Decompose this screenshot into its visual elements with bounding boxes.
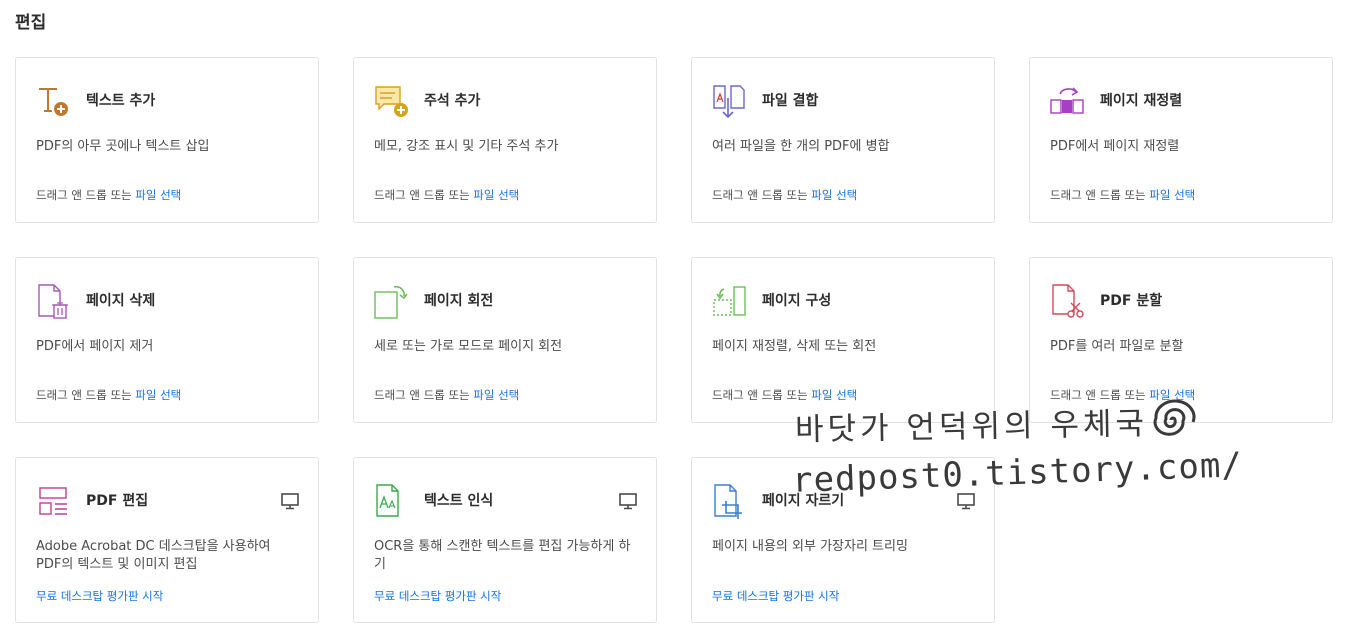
card-crop-pages[interactable]: 페이지 자르기 페이지 내용의 외부 가장자리 트리밍 무료 데스크탑 평가판 … <box>691 457 995 623</box>
action-prefix: 드래그 앤 드롭 또는 <box>712 188 812 202</box>
card-description: Adobe Acrobat DC 데스크탑을 사용하여 PDF의 텍스트 및 이… <box>36 539 271 572</box>
card-action: 드래그 앤 드롭 또는 파일 선택 <box>1050 387 1195 403</box>
card-description: 페이지 내용의 외부 가장자리 트리밍 <box>712 539 908 554</box>
card-title: PDF 분할 <box>1100 293 1163 309</box>
card-title: 페이지 구성 <box>762 293 832 309</box>
combine-files-icon <box>713 85 745 119</box>
action-prefix: 드래그 앤 드롭 또는 <box>1050 188 1150 202</box>
card-action: 드래그 앤 드롭 또는 파일 선택 <box>712 387 857 403</box>
card-title: 페이지 재정렬 <box>1100 93 1183 109</box>
card-action: 무료 데스크탑 평가판 시작 <box>712 588 839 604</box>
page-rotate-icon <box>374 285 408 319</box>
card-description: PDF에서 페이지 재정렬 <box>1050 139 1180 154</box>
action-prefix: 드래그 앤 드롭 또는 <box>374 388 474 402</box>
action-prefix: 드래그 앤 드롭 또는 <box>36 188 136 202</box>
select-file-link[interactable]: 파일 선택 <box>1149 388 1195 402</box>
card-action: 드래그 앤 드롭 또는 파일 선택 <box>712 187 857 203</box>
select-file-link[interactable]: 파일 선택 <box>135 188 181 202</box>
page-trash-icon <box>38 284 68 319</box>
card-add-comment[interactable]: 주석 추가 메모, 강조 표시 및 기타 주석 추가 드래그 앤 드롭 또는 파… <box>353 57 657 223</box>
ocr-text-icon <box>376 484 399 517</box>
card-action: 드래그 앤 드롭 또는 파일 선택 <box>374 187 519 203</box>
select-file-link[interactable]: 파일 선택 <box>473 188 519 202</box>
card-description: OCR을 통해 스캔한 텍스트를 편집 가능하게 하기 <box>374 539 631 572</box>
start-trial-link[interactable]: 무료 데스크탑 평가판 시작 <box>712 589 839 603</box>
card-title: 주석 추가 <box>424 93 481 109</box>
card-description: 페이지 재정렬, 삭제 또는 회전 <box>712 339 877 354</box>
start-trial-link[interactable]: 무료 데스크탑 평가판 시작 <box>374 589 501 603</box>
card-title: 텍스트 인식 <box>424 493 494 509</box>
action-prefix: 드래그 앤 드롭 또는 <box>712 388 812 402</box>
card-title: PDF 편집 <box>86 493 149 509</box>
card-recognize-text[interactable]: 텍스트 인식 OCR을 통해 스캔한 텍스트를 편집 가능하게 하기 무료 데스… <box>353 457 657 623</box>
action-prefix: 드래그 앤 드롭 또는 <box>374 188 474 202</box>
card-reorder-pages[interactable]: 페이지 재정렬 PDF에서 페이지 재정렬 드래그 앤 드롭 또는 파일 선택 <box>1029 57 1333 223</box>
card-description: PDF의 아무 곳에나 텍스트 삽입 <box>36 139 210 154</box>
monitor-icon <box>281 493 299 510</box>
reorder-pages-icon <box>1050 87 1084 114</box>
monitor-icon <box>957 493 975 510</box>
card-action: 무료 데스크탑 평가판 시작 <box>36 588 163 604</box>
select-file-link[interactable]: 파일 선택 <box>1149 188 1195 202</box>
card-action: 드래그 앤 드롭 또는 파일 선택 <box>36 387 181 403</box>
card-title: 파일 결합 <box>762 93 819 109</box>
select-file-link[interactable]: 파일 선택 <box>811 188 857 202</box>
section-title: 편집 <box>15 13 47 33</box>
page-scissors-icon <box>1052 284 1084 318</box>
action-prefix: 드래그 앤 드롭 또는 <box>1050 388 1150 402</box>
organize-pages-icon <box>713 286 746 316</box>
text-plus-icon <box>39 88 68 116</box>
card-title: 페이지 회전 <box>424 293 494 309</box>
card-action: 드래그 앤 드롭 또는 파일 선택 <box>36 187 181 203</box>
card-description: 여러 파일을 한 개의 PDF에 병합 <box>712 139 890 154</box>
monitor-icon <box>619 493 637 510</box>
card-description: 세로 또는 가로 모드로 페이지 회전 <box>374 339 563 354</box>
edit-layout-icon <box>39 487 67 515</box>
card-action: 드래그 앤 드롭 또는 파일 선택 <box>1050 187 1195 203</box>
comment-plus-icon <box>375 86 408 117</box>
action-prefix: 드래그 앤 드롭 또는 <box>36 388 136 402</box>
card-edit-pdf[interactable]: PDF 편집 Adobe Acrobat DC 데스크탑을 사용하여 PDF의 … <box>15 457 319 623</box>
card-delete-pages[interactable]: 페이지 삭제 PDF에서 페이지 제거 드래그 앤 드롭 또는 파일 선택 <box>15 257 319 423</box>
card-combine-files[interactable]: 파일 결합 여러 파일을 한 개의 PDF에 병합 드래그 앤 드롭 또는 파일… <box>691 57 995 223</box>
card-action: 드래그 앤 드롭 또는 파일 선택 <box>374 387 519 403</box>
card-title: 페이지 자르기 <box>762 493 845 509</box>
crop-page-icon <box>714 484 742 519</box>
card-title: 텍스트 추가 <box>86 93 156 109</box>
start-trial-link[interactable]: 무료 데스크탑 평가판 시작 <box>36 589 163 603</box>
card-split-pdf[interactable]: PDF 분할 PDF를 여러 파일로 분할 드래그 앤 드롭 또는 파일 선택 <box>1029 257 1333 423</box>
select-file-link[interactable]: 파일 선택 <box>811 388 857 402</box>
card-description: PDF를 여러 파일로 분할 <box>1050 339 1184 354</box>
card-organize-pages[interactable]: 페이지 구성 페이지 재정렬, 삭제 또는 회전 드래그 앤 드롭 또는 파일 … <box>691 257 995 423</box>
select-file-link[interactable]: 파일 선택 <box>135 388 181 402</box>
card-description: 메모, 강조 표시 및 기타 주석 추가 <box>374 139 559 154</box>
card-rotate-pages[interactable]: 페이지 회전 세로 또는 가로 모드로 페이지 회전 드래그 앤 드롭 또는 파… <box>353 257 657 423</box>
card-title: 페이지 삭제 <box>86 293 156 309</box>
card-description: PDF에서 페이지 제거 <box>36 339 154 354</box>
select-file-link[interactable]: 파일 선택 <box>473 388 519 402</box>
card-action: 무료 데스크탑 평가판 시작 <box>374 588 501 604</box>
card-add-text[interactable]: 텍스트 추가 PDF의 아무 곳에나 텍스트 삽입 드래그 앤 드롭 또는 파일… <box>15 57 319 223</box>
